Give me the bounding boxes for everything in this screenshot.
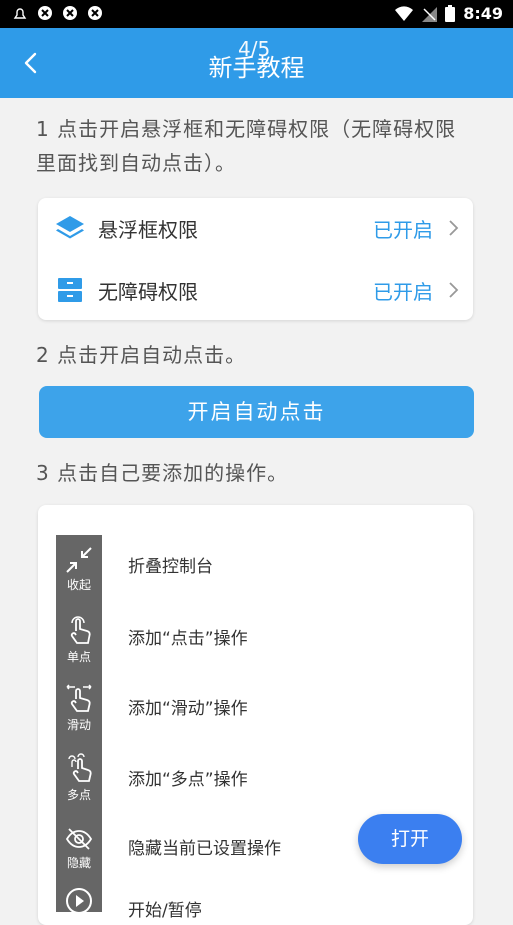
permission-label: 无障碍权限 — [98, 280, 198, 304]
hide-control[interactable]: 隐藏 — [56, 825, 102, 871]
drawer-icon — [58, 278, 82, 302]
control-label: 滑动 — [66, 718, 91, 732]
swipe-control[interactable]: 滑动 — [56, 683, 102, 733]
chevron-right-icon — [449, 220, 459, 236]
operation-description: 添加“多点”操作 — [128, 770, 248, 790]
control-label: 单点 — [66, 650, 91, 664]
tap-icon — [70, 616, 91, 644]
collapse-icon — [66, 547, 92, 573]
status-notifications — [12, 5, 103, 21]
status-bar: 8:49 — [0, 0, 513, 28]
clock: 8:49 — [463, 4, 503, 23]
permission-status: 已开启 — [373, 280, 433, 304]
operation-description: 添加“点击”操作 — [128, 629, 248, 649]
notification-icon — [13, 8, 27, 19]
app-notification-icon — [88, 6, 102, 20]
app-notification-icon — [38, 6, 52, 20]
battery-icon — [445, 5, 456, 22]
permission-label: 悬浮框权限 — [98, 218, 198, 242]
multi-tap-control[interactable]: 多点 — [56, 753, 102, 803]
accessibility-permission-row[interactable]: 无障碍权限 已开启 — [38, 260, 473, 320]
collapse-control[interactable]: 收起 — [56, 545, 102, 593]
signal-icon — [422, 6, 438, 22]
operation-description: 折叠控制台 — [128, 557, 213, 577]
step-2-text: 2 点击开启自动点击。 — [36, 343, 247, 367]
chevron-right-icon — [449, 282, 459, 298]
start-auto-click-button[interactable]: 开启自动点击 — [39, 386, 474, 438]
app-notification-icon — [63, 6, 77, 20]
play-pause-control[interactable] — [56, 887, 102, 915]
status-system: 8:49 — [395, 4, 503, 23]
control-label: 隐藏 — [66, 856, 91, 870]
floating-window-permission-row[interactable]: 悬浮框权限 已开启 — [38, 198, 473, 258]
step-3-text: 3 点击自己要添加的操作。 — [36, 461, 289, 485]
control-label: 收起 — [66, 578, 91, 592]
permissions-card: 悬浮框权限 已开启 无障碍权限 已开启 — [38, 198, 473, 320]
layers-icon — [56, 216, 84, 239]
app-header: 新手教程 4/5 — [0, 28, 513, 98]
play-icon — [66, 888, 92, 914]
single-tap-control[interactable]: 单点 — [56, 615, 102, 665]
eye-off-icon — [65, 828, 93, 850]
operation-description: 添加“滑动”操作 — [128, 699, 248, 719]
control-label: 多点 — [66, 788, 91, 802]
multi-tap-icon — [68, 753, 92, 782]
wifi-icon — [395, 5, 414, 21]
page-indicator: 4/5 — [238, 37, 271, 61]
operation-description: 隐藏当前已设置操作 — [128, 839, 281, 859]
swipe-icon — [66, 684, 92, 712]
permission-status: 已开启 — [373, 218, 433, 242]
control-panel: 收起 单点 滑动 多点 隐藏 — [56, 535, 102, 915]
open-button[interactable]: 打开 — [358, 814, 462, 864]
operation-description: 开始/暂停 — [128, 901, 202, 921]
step-1-text: 1 点击开启悬浮框和无障碍权限（无障碍权限里面找到自动点击）。 — [36, 117, 457, 175]
